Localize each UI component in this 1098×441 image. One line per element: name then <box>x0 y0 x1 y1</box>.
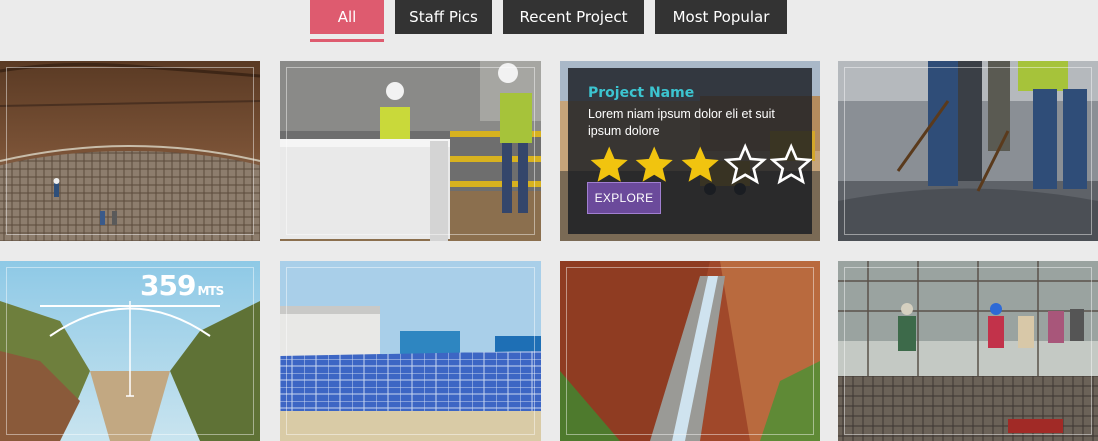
gallery-tile-foundation[interactable] <box>0 61 260 241</box>
gallery-tile-workers-panel[interactable] <box>280 61 541 241</box>
project-name-title: Project Name <box>588 85 695 101</box>
star-filled-icon <box>636 146 674 182</box>
explore-button[interactable]: EXPLORE <box>587 182 661 214</box>
filter-bar: All Staff Pics Recent Project Most Popul… <box>0 0 1098 44</box>
solar-panels-image <box>280 261 541 441</box>
gallery-tile-shovel-workers[interactable] <box>838 61 1098 241</box>
foundation-image <box>0 61 260 241</box>
bridge-height-value: 359 <box>140 269 196 302</box>
gallery-tile-canal[interactable] <box>560 261 820 441</box>
gallery-tile-highlighted[interactable]: Project Name Lorem niam ipsum dolor eli … <box>560 61 820 241</box>
star-empty-icon <box>769 143 813 185</box>
filter-most-popular-button[interactable]: Most Popular <box>655 0 787 34</box>
rebar-workers-image <box>838 261 1098 441</box>
workers-panel-image <box>280 61 541 241</box>
hand-cursor-icon <box>779 201 820 241</box>
filter-all-button[interactable]: All <box>310 0 384 34</box>
bridge-height-label: 359 MTS <box>140 269 224 302</box>
star-filled-icon <box>681 146 719 182</box>
shovel-workers-image <box>838 61 1098 241</box>
star-filled-icon <box>590 146 628 182</box>
filter-recent-project-button[interactable]: Recent Project <box>503 0 644 34</box>
rating-stars <box>588 143 813 185</box>
project-hover-overlay: Project Name Lorem niam ipsum dolor eli … <box>568 68 813 234</box>
filter-staff-pics-button[interactable]: Staff Pics <box>395 0 492 34</box>
gallery-tile-rebar-workers[interactable] <box>838 261 1098 441</box>
gallery-tile-bridge[interactable]: 359 MTS <box>0 261 260 441</box>
canal-image <box>560 261 820 441</box>
project-description: Lorem niam ipsum dolor eli et suit ipsum… <box>588 107 775 138</box>
star-empty-icon <box>724 143 767 185</box>
active-filter-indicator <box>310 39 384 42</box>
bridge-height-unit: MTS <box>197 284 224 298</box>
gallery-tile-solar[interactable] <box>280 261 541 441</box>
